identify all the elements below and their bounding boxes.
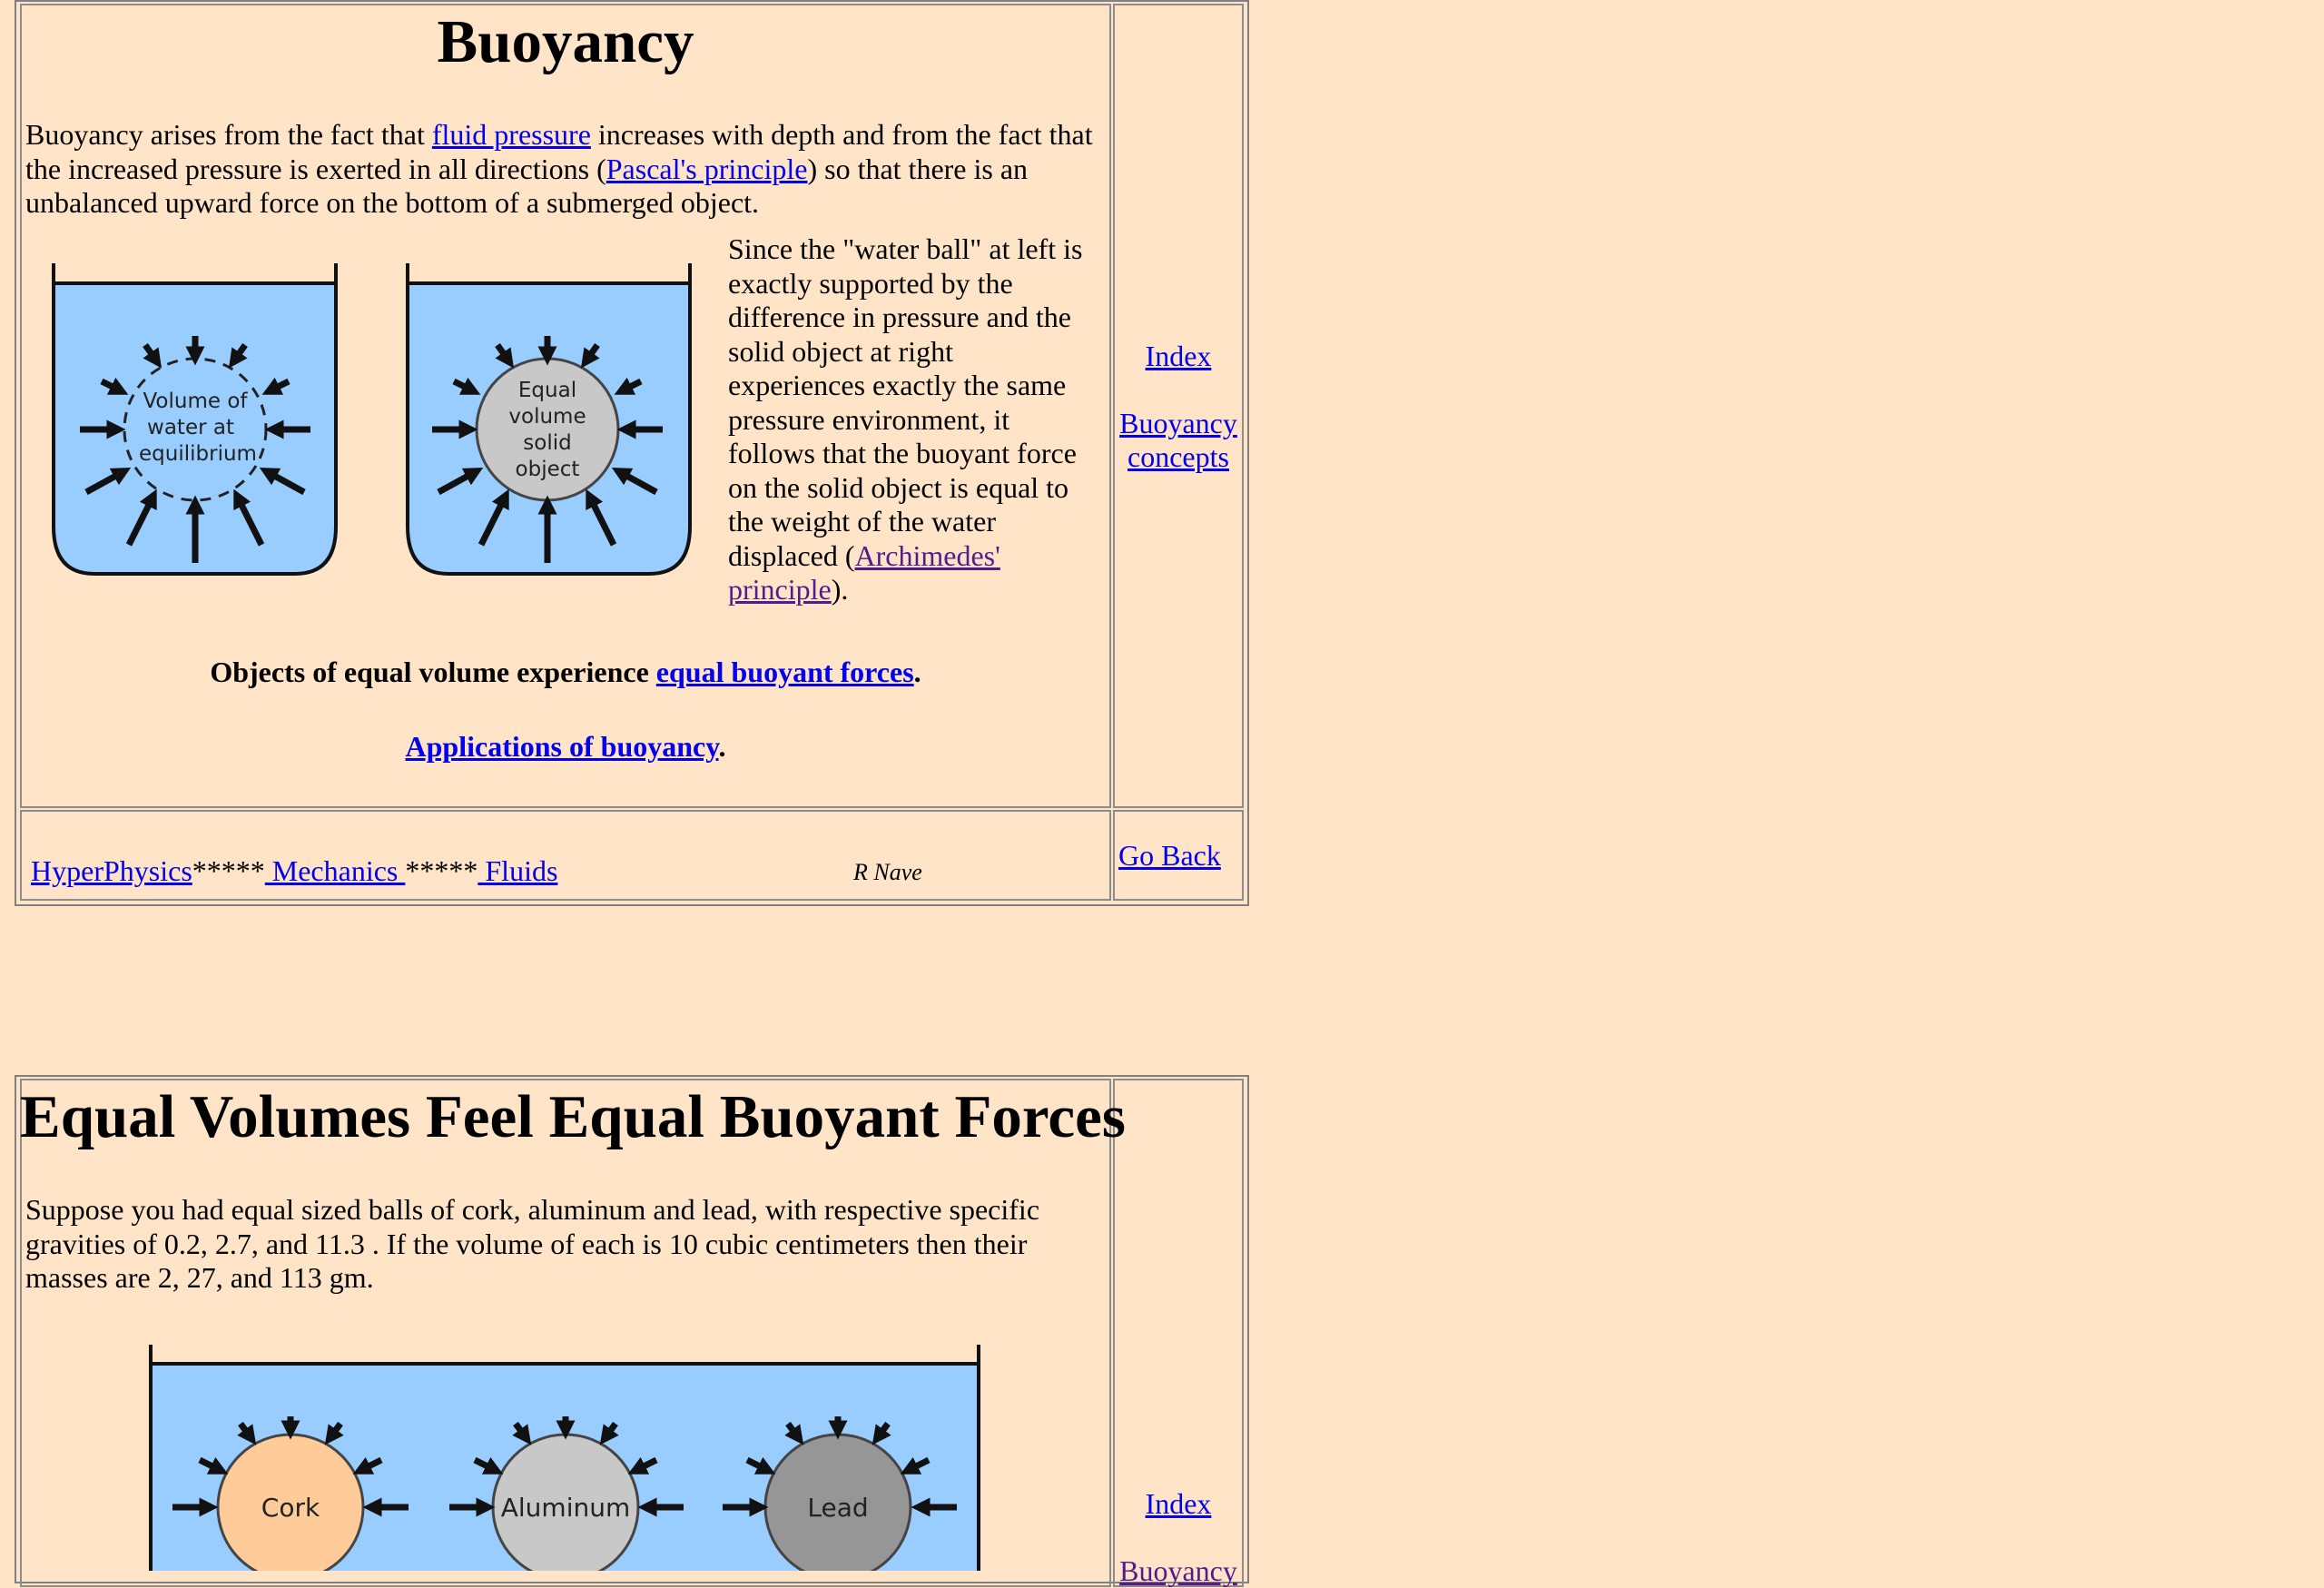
section2-paragraph: Suppose you had equal sized balls of cor… bbox=[25, 1193, 1040, 1294]
equal-forces-end: . bbox=[913, 656, 921, 688]
buoyancy-concepts-link[interactable]: Buoyancy concepts bbox=[1119, 407, 1237, 473]
section2-index-link[interactable]: Index bbox=[1146, 1487, 1212, 1520]
breadcrumb: HyperPhysics***** Mechanics ***** Fluids bbox=[31, 854, 557, 888]
side-text: Since the "water ball" at left is exactl… bbox=[728, 232, 1083, 572]
pascals-principle-link[interactable]: Pascal's principle bbox=[606, 153, 808, 185]
equal-forces-line: Objects of equal volume experience equal… bbox=[20, 656, 1111, 690]
mechanics-link[interactable]: Mechanics bbox=[265, 854, 406, 887]
index-link[interactable]: Index bbox=[1146, 340, 1212, 372]
side-text-end: ). bbox=[831, 573, 849, 606]
right-label-2: volume bbox=[508, 405, 586, 429]
applications-of-buoyancy-link[interactable]: Applications of buoyancy bbox=[406, 730, 719, 763]
go-back-link[interactable]: Go Back bbox=[1118, 839, 1221, 872]
equal-buoyant-forces-link[interactable]: equal buoyant forces bbox=[656, 656, 914, 688]
right-label-3: solid bbox=[523, 431, 571, 455]
right-label-1: Equal bbox=[518, 379, 576, 402]
stars-separator-2: ***** bbox=[405, 854, 478, 887]
fluid-pressure-link[interactable]: fluid pressure bbox=[432, 118, 591, 151]
side-nav: Index Buoyancy concepts bbox=[1113, 340, 1244, 474]
equal-forces-text: Objects of equal volume experience bbox=[210, 656, 656, 688]
section2-side-nav: Index Buoyancy bbox=[1113, 1487, 1244, 1588]
left-label-3: equilibrium bbox=[139, 442, 257, 466]
aluminum-label: Aluminum bbox=[501, 1493, 631, 1523]
author-credit: R Nave bbox=[853, 859, 922, 885]
intro-paragraph: Buoyancy arises from the fact that fluid… bbox=[25, 118, 1106, 221]
page-title: Buoyancy bbox=[437, 8, 694, 75]
section2-title: Equal Volumes Feel Equal Buoyant Forces bbox=[20, 1083, 1126, 1150]
cork-label: Cork bbox=[261, 1493, 320, 1523]
hyperphysics-link[interactable]: HyperPhysics bbox=[31, 854, 192, 887]
stars-separator-1: ***** bbox=[192, 854, 265, 887]
applications-end: . bbox=[718, 730, 726, 763]
right-tank: Equal volume solid object bbox=[406, 263, 692, 576]
side-paragraph: Since the "water ball" at left is exactl… bbox=[728, 232, 1096, 607]
left-tank: Volume of water at equilibrium bbox=[52, 263, 338, 576]
three-balls-tank: Cork Aluminum Lead bbox=[149, 1345, 980, 1571]
left-label-2: water at bbox=[147, 416, 234, 439]
section2-buoyancy-link[interactable]: Buoyancy bbox=[1119, 1554, 1237, 1587]
applications-line: Applications of buoyancy. bbox=[20, 730, 1111, 764]
intro-text-1: Buoyancy arises from the fact that bbox=[25, 118, 432, 151]
left-label-1: Volume of bbox=[143, 390, 248, 413]
right-label-4: object bbox=[516, 458, 580, 481]
lead-label: Lead bbox=[807, 1493, 868, 1523]
go-back-container: Go Back bbox=[1118, 839, 1221, 873]
fluids-link[interactable]: Fluids bbox=[478, 854, 557, 887]
